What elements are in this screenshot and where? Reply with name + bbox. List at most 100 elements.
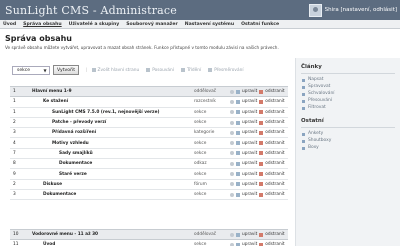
order-cell[interactable]: 3: [10, 127, 32, 139]
nav-item-other[interactable]: Ostatní funkce: [241, 22, 279, 27]
gear-icon[interactable]: [230, 182, 234, 187]
sidebar-title-other: Ostatní: [301, 118, 324, 124]
order-cell[interactable]: 9: [10, 168, 32, 180]
gear-icon[interactable]: [230, 151, 234, 156]
edit-link[interactable]: upravit: [242, 192, 257, 197]
order-cell[interactable]: 2: [10, 179, 32, 190]
order-cell[interactable]: 2: [10, 117, 32, 129]
order-cell[interactable]: 7: [10, 148, 32, 160]
delete-link[interactable]: odstranit: [265, 99, 284, 104]
edit-link[interactable]: upravit: [242, 232, 257, 237]
create-button[interactable]: Vytvořit: [53, 65, 80, 75]
delete-link[interactable]: odstranit: [265, 161, 284, 166]
delete-link[interactable]: odstranit: [265, 172, 284, 177]
sidebar-item-polls[interactable]: Ankety: [296, 130, 400, 137]
gear-icon[interactable]: [230, 130, 234, 135]
gear-icon[interactable]: [230, 141, 234, 146]
toolbar-link-homepage[interactable]: | Zvolit hlavní stranu: [86, 68, 139, 73]
nav-item-content[interactable]: Správa obsahu: [23, 22, 61, 27]
nav-item-settings[interactable]: Nastavení systému: [185, 22, 234, 27]
type-select[interactable]: sekce ▼: [12, 65, 50, 75]
delete-link[interactable]: odstranit: [265, 192, 284, 197]
gear-icon[interactable]: [230, 232, 234, 237]
gear-icon[interactable]: [230, 120, 234, 125]
order-cell[interactable]: 1: [10, 107, 32, 118]
divider: [301, 73, 395, 74]
actions-cell: upravit odstranit: [230, 228, 288, 241]
edit-link[interactable]: upravit: [242, 99, 257, 104]
delete-link[interactable]: odstranit: [265, 232, 284, 237]
toolbar-link-sort[interactable]: Třídění: [180, 68, 201, 73]
page-title-cell: Hlavní menu 1-9: [32, 85, 194, 98]
delete-icon: [259, 192, 264, 197]
gear-icon[interactable]: [230, 172, 234, 177]
edit-link[interactable]: upravit: [242, 89, 257, 94]
nav-item-home[interactable]: Úvod: [3, 22, 16, 27]
sidebar-item-write[interactable]: Napsat: [296, 76, 400, 83]
order-value: 1: [13, 99, 16, 105]
order-cell[interactable]: 10: [10, 228, 32, 241]
delete-link[interactable]: odstranit: [265, 89, 284, 94]
edit-link[interactable]: upravit: [242, 130, 257, 135]
order-cell[interactable]: 4: [10, 137, 32, 149]
sidebar-item-boxes[interactable]: Boxy: [296, 144, 400, 151]
order-cell[interactable]: 1: [10, 85, 32, 98]
avatar-icon[interactable]: [308, 3, 322, 17]
gear-icon[interactable]: [230, 110, 234, 115]
edit-link[interactable]: upravit: [242, 242, 257, 246]
order-cell[interactable]: 8: [10, 158, 32, 170]
sidebar-item-manage[interactable]: Spravovat: [296, 83, 400, 90]
edit-icon: [236, 130, 240, 135]
delete-link[interactable]: odstranit: [265, 130, 284, 135]
delete-link[interactable]: odstranit: [265, 141, 284, 146]
delete-link[interactable]: odstranit: [265, 151, 284, 156]
delete-link[interactable]: odstranit: [265, 120, 284, 125]
main-nav: Úvod Správa obsahu Uživatelé a skupiny S…: [0, 20, 400, 29]
edit-link[interactable]: upravit: [242, 161, 257, 166]
page-type-cell: rozcestník: [194, 96, 230, 108]
gear-icon[interactable]: [230, 89, 234, 94]
sidebar-item-filter[interactable]: Filtrovat: [296, 104, 400, 111]
table-row: 3 Dokumentace sekce upravit odstranit: [10, 189, 288, 201]
page-type-cell: sekce: [194, 189, 230, 201]
order-cell[interactable]: 1: [10, 96, 32, 108]
delete-icon: [259, 182, 264, 187]
edit-icon: [236, 110, 240, 115]
edit-link[interactable]: upravit: [242, 151, 257, 156]
toolbar-link-redirect[interactable]: Přesměrování: [208, 68, 244, 73]
delete-link[interactable]: odstranit: [265, 110, 284, 115]
nav-item-users[interactable]: Uživatelé a skupiny: [69, 22, 120, 27]
user-area: Shira [nastavení, odhlásit]: [308, 2, 397, 18]
sidebar-item-move[interactable]: Přesouvání: [296, 97, 400, 104]
page-type-cell: sekce: [194, 239, 230, 246]
redirect-icon: [208, 68, 213, 72]
order-cell[interactable]: 3: [10, 189, 32, 201]
sidebar-item-shoutboxes[interactable]: Shoutboxy: [296, 137, 400, 144]
order-value: 10: [13, 232, 19, 238]
gear-icon[interactable]: [230, 161, 234, 166]
move-icon: [146, 68, 151, 72]
edit-link[interactable]: upravit: [242, 141, 257, 146]
table-row: 4 Motivy vzhledu sekce upravit odstranit: [10, 137, 288, 149]
edit-link[interactable]: upravit: [242, 120, 257, 125]
edit-link[interactable]: upravit: [242, 182, 257, 187]
nav-item-files[interactable]: Souborový manažer: [126, 22, 178, 27]
actions-cell: upravit odstranit: [230, 96, 288, 108]
table-row: 2 Patche - převody verzí sekce upravit odstr…: [10, 117, 288, 129]
table-header-row: 1 Hlavní menu 1-9 oddělovač upravit odstrani…: [10, 85, 288, 98]
table-row: 9 Staré verze sekce upravit odstranit: [10, 168, 288, 180]
user-links[interactable]: Shira [nastavení, odhlásit]: [325, 7, 397, 13]
toolbar-link-move[interactable]: Posouvání: [146, 68, 174, 73]
divider: [301, 127, 395, 128]
page-type-cell: sekce: [194, 168, 230, 180]
sidebar-item-approve[interactable]: Schvalování: [296, 90, 400, 97]
order-value: 2: [13, 120, 16, 126]
delete-link[interactable]: odstranit: [265, 182, 284, 187]
edit-link[interactable]: upravit: [242, 110, 257, 115]
order-cell[interactable]: 11: [10, 239, 32, 246]
gear-icon[interactable]: [230, 192, 234, 197]
page-type-cell: sekce: [194, 137, 230, 149]
gear-icon[interactable]: [230, 99, 234, 104]
delete-link[interactable]: odstranit: [265, 242, 284, 246]
edit-link[interactable]: upravit: [242, 172, 257, 177]
